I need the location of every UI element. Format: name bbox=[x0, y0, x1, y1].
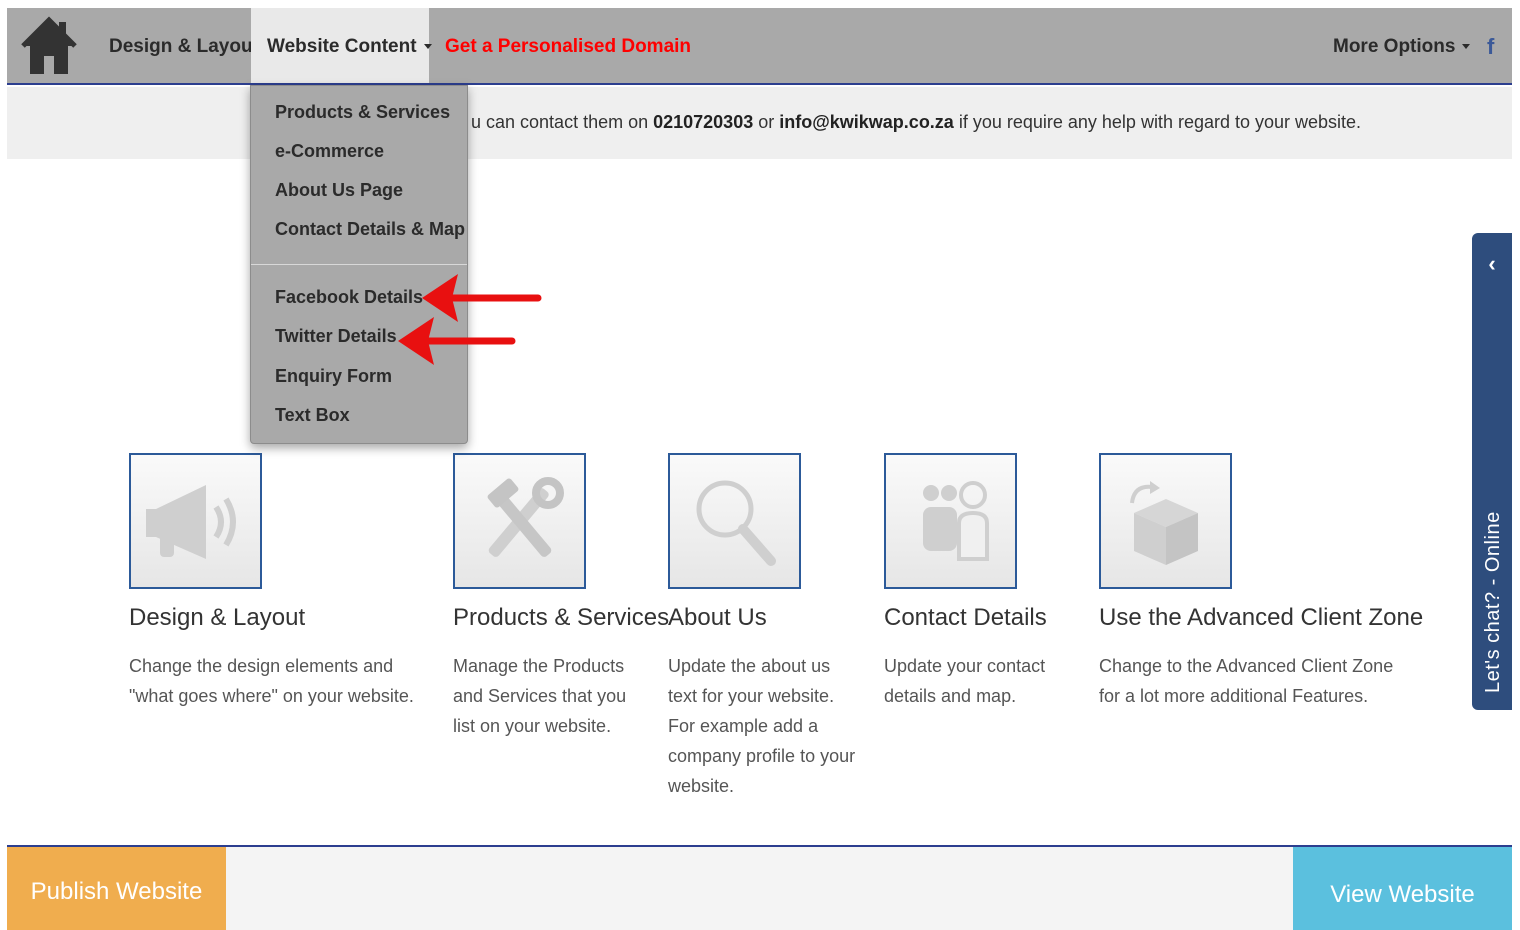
card-title[interactable]: Design & Layout bbox=[129, 604, 305, 632]
info-middle: or bbox=[753, 112, 780, 132]
dropdown-item-enquiry-form[interactable]: Enquiry Form bbox=[275, 366, 392, 387]
live-chat-tab[interactable]: ‹ Let's chat? - Online bbox=[1472, 233, 1512, 710]
dropdown-item-products-services[interactable]: Products & Services bbox=[275, 102, 450, 123]
info-phone: 0210720303 bbox=[653, 112, 754, 132]
card-design-layout[interactable]: Design & Layout Change the design elemen… bbox=[129, 453, 414, 706]
caret-down-icon bbox=[1462, 44, 1471, 50]
megaphone-icon[interactable] bbox=[129, 453, 262, 589]
chevron-left-icon[interactable]: ‹ bbox=[1472, 251, 1512, 277]
card-description: Update the about us text for your websit… bbox=[668, 656, 856, 796]
chat-status-label[interactable]: Let's chat? - Online bbox=[1482, 511, 1505, 693]
publish-website-button[interactable]: Publish Website bbox=[7, 847, 226, 930]
nav-design-layout[interactable]: Design & Layout bbox=[109, 8, 259, 83]
card-contact-details[interactable]: Contact Details Update your contact deta… bbox=[884, 453, 1047, 706]
dropdown-item-text-box[interactable]: Text Box bbox=[275, 405, 350, 426]
people-icon[interactable] bbox=[884, 453, 1017, 589]
box-icon[interactable] bbox=[1099, 453, 1232, 589]
red-arrow-icon bbox=[398, 317, 516, 365]
view-website-button[interactable]: View Website bbox=[1293, 847, 1512, 930]
card-description: Change to the Advanced Client Zone for a… bbox=[1099, 656, 1394, 706]
nav-more-options-label: More Options bbox=[1333, 36, 1456, 57]
magnifier-icon[interactable] bbox=[668, 453, 801, 589]
dropdown-item-ecommerce[interactable]: e-Commerce bbox=[275, 141, 384, 162]
info-email: info@kwikwap.co.za bbox=[779, 112, 954, 132]
home-icon[interactable] bbox=[21, 16, 77, 76]
card-title[interactable]: Use the Advanced Client Zone bbox=[1099, 604, 1423, 632]
nav-more-options[interactable]: More Options bbox=[1333, 8, 1471, 83]
nav-website-content[interactable]: Website Content bbox=[251, 8, 432, 83]
info-prefix: u can contact them on bbox=[471, 112, 654, 132]
info-suffix: if you require any help with regard to y… bbox=[953, 112, 1362, 132]
caret-down-icon bbox=[423, 44, 432, 50]
card-title[interactable]: Contact Details bbox=[884, 604, 1047, 632]
dropdown-item-about-us[interactable]: About Us Page bbox=[275, 180, 403, 201]
card-about-us[interactable]: About Us Update the about us text for yo… bbox=[668, 453, 855, 796]
card-description: Update your contact details and map. bbox=[884, 656, 1046, 706]
bottom-action-bar: Publish Website View Website bbox=[7, 845, 1512, 930]
info-banner: u can contact them on 0210720303 or info… bbox=[7, 87, 1512, 159]
tools-icon[interactable] bbox=[453, 453, 586, 589]
dropdown-item-facebook[interactable]: Facebook Details bbox=[275, 287, 423, 308]
nav-website-content-label: Website Content bbox=[267, 36, 417, 57]
nav-personalised-domain-link[interactable]: Get a Personalised Domain bbox=[445, 8, 691, 83]
facebook-icon[interactable]: f bbox=[1487, 8, 1494, 85]
dropdown-item-contact-map[interactable]: Contact Details & Map bbox=[275, 219, 465, 240]
website-content-dropdown: Products & Services e-Commerce About Us … bbox=[250, 85, 468, 444]
card-description: Change the design elements and "what goe… bbox=[129, 656, 414, 706]
dropdown-item-twitter[interactable]: Twitter Details bbox=[275, 326, 397, 347]
card-products-services[interactable]: Products & Services Manage the Products … bbox=[453, 453, 669, 736]
card-description: Manage the Products and Services that yo… bbox=[453, 656, 627, 736]
dropdown-divider bbox=[251, 264, 467, 265]
card-title[interactable]: Products & Services bbox=[453, 604, 669, 632]
card-title[interactable]: About Us bbox=[668, 604, 767, 632]
card-advanced-client-zone[interactable]: Use the Advanced Client Zone Change to t… bbox=[1099, 453, 1423, 706]
top-navbar: Design & Layout Website Content Get a Pe… bbox=[7, 8, 1512, 85]
info-text: u can contact them on 0210720303 or info… bbox=[471, 112, 1361, 133]
